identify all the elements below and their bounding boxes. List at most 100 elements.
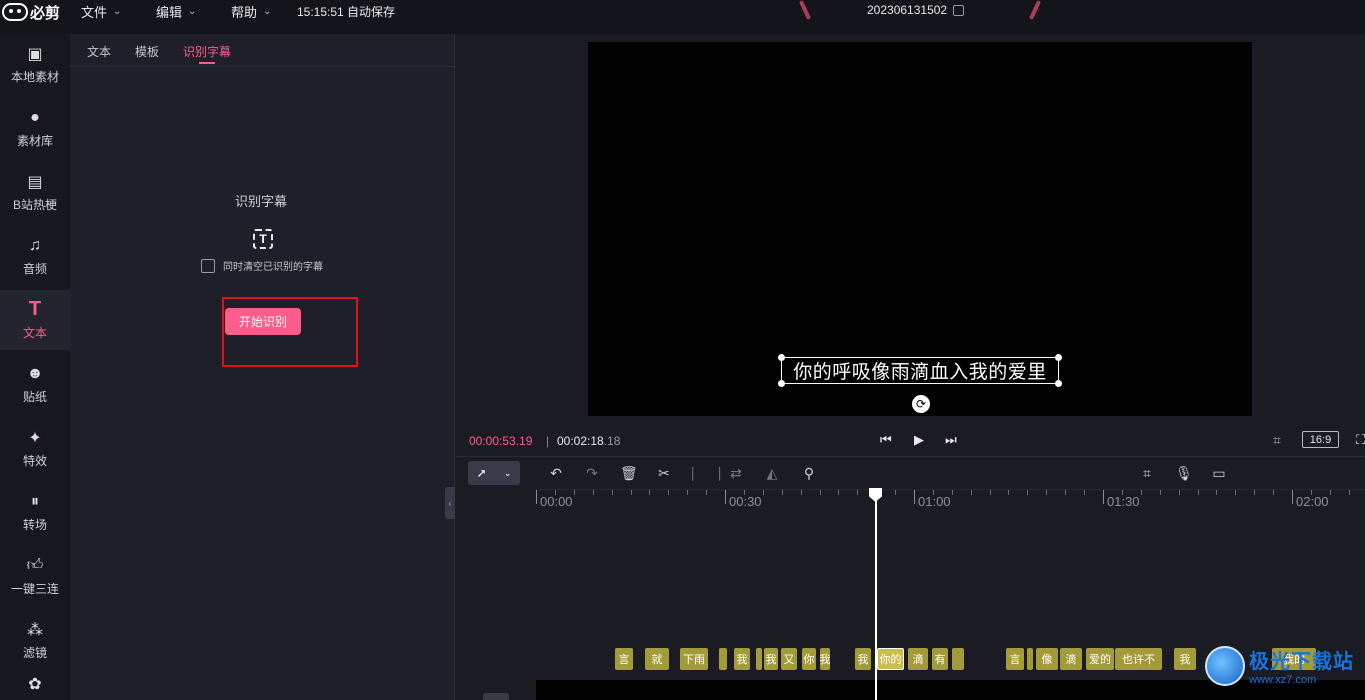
next-frame-icon[interactable]: ⏭ [945,432,957,448]
subtitle-clip[interactable] [952,648,964,670]
tab-recognize-subtitles[interactable]: 识别字幕 [183,43,231,60]
resize-handle-tl[interactable] [778,354,785,361]
sticker-icon: ☻ [26,364,44,382]
sidebar-item-filters[interactable]: ⁂ 滤镜 [0,610,70,670]
text-recognize-icon: T [253,229,273,249]
total-time: 00:02:18.18 [557,434,620,448]
subtitle-clip[interactable]: 也许不 [1115,648,1162,670]
text-t-icon: T [28,298,42,320]
subtitle-clip[interactable]: 你 [802,648,816,670]
subtitle-clip[interactable]: 滴 [1060,648,1082,670]
material-library-icon: ● [30,108,40,126]
decor-slash-right [1028,0,1042,20]
subtitle-clip[interactable]: 有 [932,648,948,670]
ruler-tick [1008,490,1009,495]
effects-star-icon: ✦ [28,429,42,447]
sidebar-item-effects[interactable]: ✦ 特效 [0,418,70,478]
subtitle-clip[interactable]: 像 [1036,648,1058,670]
ruler-tick [612,490,613,495]
app-logo: 必剪 [2,2,60,22]
filter-icon: ⁂ [27,621,43,639]
subtitle-clip[interactable]: 言 [615,648,633,670]
ruler-tick [1292,490,1293,504]
sidebar-item-label: 文本 [22,325,47,340]
sidebar-item-bilibili-memes[interactable]: ▤ B站热梗 [0,162,70,222]
select-tool-dropdown[interactable]: ➚ ⌄ [468,461,520,485]
fullscreen-icon[interactable]: ⛶ [1356,432,1365,448]
undo-icon[interactable]: ↶ [548,465,564,482]
collapse-panel-button[interactable]: ‹ [445,487,455,519]
project-title[interactable]: 202306131502 [867,3,965,17]
ruler-tick [763,490,764,495]
subtitle-clip[interactable]: 就 [645,648,669,670]
crop-icon[interactable]: ⌗ [1273,432,1281,449]
start-recognition-button[interactable]: 开始识别 [225,308,301,335]
subtitle-clip[interactable]: 我 [1174,648,1196,670]
tab-text[interactable]: 文本 [87,43,111,60]
subtitle-clip[interactable]: 言 [1006,648,1024,670]
subtitle-clip[interactable]: 我 [855,648,871,670]
split-scissors-icon[interactable]: ✂ [656,465,672,482]
subtitle-clip[interactable]: 滴 [908,648,928,670]
sidebar-item-triple-like[interactable]: 👍︎ 一键三连 [0,546,70,606]
previous-frame-icon[interactable]: ⏮ [880,432,892,448]
pin-icon[interactable]: ⚲ [801,465,817,482]
subtitle-clip[interactable]: 我 [764,648,778,670]
play-icon[interactable]: ▶ [914,432,924,448]
chevron-down-icon: ⌄ [188,5,197,17]
sidebar-item-label: 音频 [22,261,47,276]
resize-handle-br[interactable] [1055,380,1062,387]
sidebar-item-transitions[interactable]: ⏸ 转场 [0,482,70,542]
subtitle-clip[interactable]: 又 [781,648,797,670]
auto-subtitle-icon[interactable]: ⌗ [1139,465,1155,482]
menu-file-label: 文件 [81,4,108,20]
ruler-tick [631,490,632,495]
redo-icon[interactable]: ↷ [584,465,600,482]
subtitle-clip[interactable] [1027,648,1033,670]
tab-template[interactable]: 模板 [135,43,159,60]
ruler-tick [782,490,783,495]
ruler-tick [1027,490,1028,495]
autosave-status: 15:15:51 自动保存 [297,5,396,19]
aspect-ratio-button[interactable]: 16:9 [1302,431,1339,448]
microphone-icon[interactable]: 🎙︎ [1175,465,1193,482]
subtitle-clip[interactable]: 下雨 [680,648,708,670]
sidebar-item-local-media[interactable]: ▣ 本地素材 [0,34,70,94]
menu-help[interactable]: 帮助 ⌄ [231,0,271,22]
playhead-line[interactable] [875,490,877,700]
replace-icon[interactable]: ⇄ [728,465,744,482]
sidebar-item-audio[interactable]: ♫ 音频 [0,226,70,286]
track-settings-button[interactable] [483,693,509,700]
resize-handle-bl[interactable] [778,380,785,387]
edit-pencil-icon[interactable] [953,4,965,16]
ruler-tick [1103,490,1104,504]
total-time-frac: .18 [603,434,621,448]
subtitle-text-box[interactable]: 你的呼吸像雨滴血入我的爱里 [781,357,1059,384]
subtitle-clip[interactable] [719,648,727,670]
mirror-icon[interactable]: ◭ [764,465,780,482]
timeline-ruler[interactable]: 00:00 00:30 01:00 01:30 02:00 [536,489,1365,511]
pointer-icon: ➚ [476,466,487,480]
resize-handle-tr[interactable] [1055,354,1062,361]
rotate-icon[interactable]: ⟳ [912,395,930,413]
clear-subtitles-option[interactable]: 同时清空已识别的字幕 [201,258,323,273]
subtitle-clip[interactable] [756,648,762,670]
menu-edit[interactable]: 编辑 ⌄ [156,0,196,22]
clear-subtitles-label: 同时清空已识别的字幕 [223,262,323,273]
ruler-tick [857,490,858,495]
sidebar-item-material-library[interactable]: ● 素材库 [0,98,70,158]
subtitle-clip[interactable]: 爱的 [1086,648,1114,670]
subtitle-clip[interactable]: 我 [734,648,750,670]
sidebar-item-more[interactable]: ✿ [0,674,70,700]
active-tab-indicator [199,62,215,64]
delete-icon[interactable]: 🗑︎ [620,465,638,482]
clear-subtitles-checkbox[interactable] [201,258,215,273]
freeze-frame-icon[interactable]: ⎸⎹ [692,465,720,482]
menu-file[interactable]: 文件 ⌄ [81,0,121,22]
ruler-tick [1216,490,1217,495]
camera-record-icon[interactable]: ▭ [1211,465,1227,482]
sidebar-item-text[interactable]: T 文本 [0,290,70,350]
sidebar-item-stickers[interactable]: ☻ 贴纸 [0,354,70,414]
subtitle-clip[interactable]: 我 [820,648,830,670]
subtitle-clip-selected[interactable]: 你的 [877,648,904,670]
